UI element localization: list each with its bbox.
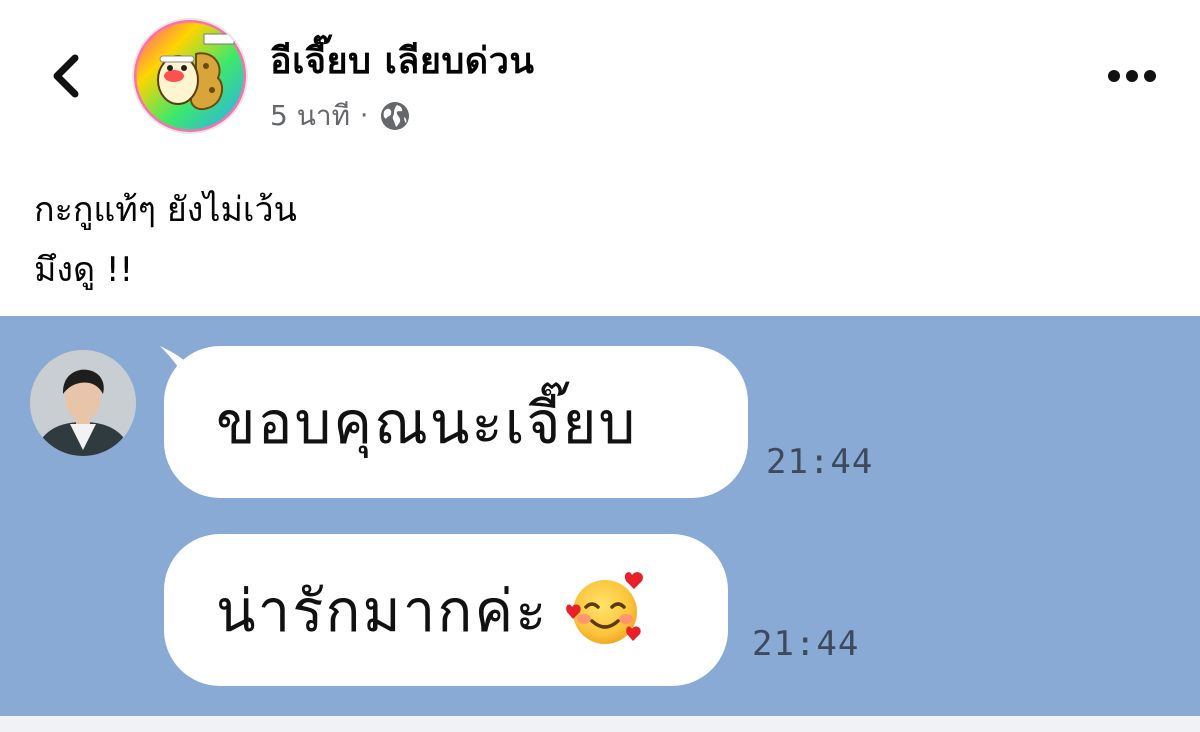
post-caption: กะกูแท้ๆ ยังไม่เว้น มึงดู !! — [34, 180, 297, 300]
bubble-tail — [160, 346, 196, 382]
globe-icon[interactable] — [378, 99, 412, 133]
message-time: 21:44 — [766, 442, 874, 482]
caption-line: มึงดู !! — [34, 250, 134, 290]
post-timestamp[interactable]: 5 นาที — [270, 94, 350, 138]
author-name[interactable]: อีเจี๊ยบ เลียบด่วน — [270, 32, 535, 89]
chat-avatar — [30, 350, 136, 456]
more-horizontal-icon — [1108, 70, 1156, 82]
post-divider — [0, 716, 1200, 732]
caption-line: กะกูแท้ๆ ยังไม่เว้น — [34, 190, 297, 230]
back-button[interactable] — [36, 48, 96, 104]
facebook-post: อีเจี๊ยบ เลียบด่วน 5 นาที · กะกูแท้ๆ ยัง… — [0, 0, 1200, 732]
chat-message-text: ขอบคุณนะเจี๊ยบ — [216, 388, 638, 457]
chat-message-bubble: น่ารักมากค่ะ — [164, 534, 728, 686]
page-avatar[interactable] — [134, 20, 246, 132]
chevron-left-icon — [53, 54, 79, 98]
smiling-face-with-hearts-icon — [562, 567, 648, 653]
post-meta: 5 นาที · — [270, 94, 412, 138]
chat-message-text: น่ารักมากค่ะ — [216, 576, 549, 645]
meta-separator: · — [360, 101, 369, 131]
post-photo[interactable]: ขอบคุณนะเจี๊ยบ 21:44 น่ารักมากค่ะ 21:44 — [0, 316, 1200, 716]
message-time: 21:44 — [752, 624, 860, 664]
more-options-button[interactable] — [1100, 52, 1164, 100]
chat-message-bubble: ขอบคุณนะเจี๊ยบ — [160, 346, 748, 498]
